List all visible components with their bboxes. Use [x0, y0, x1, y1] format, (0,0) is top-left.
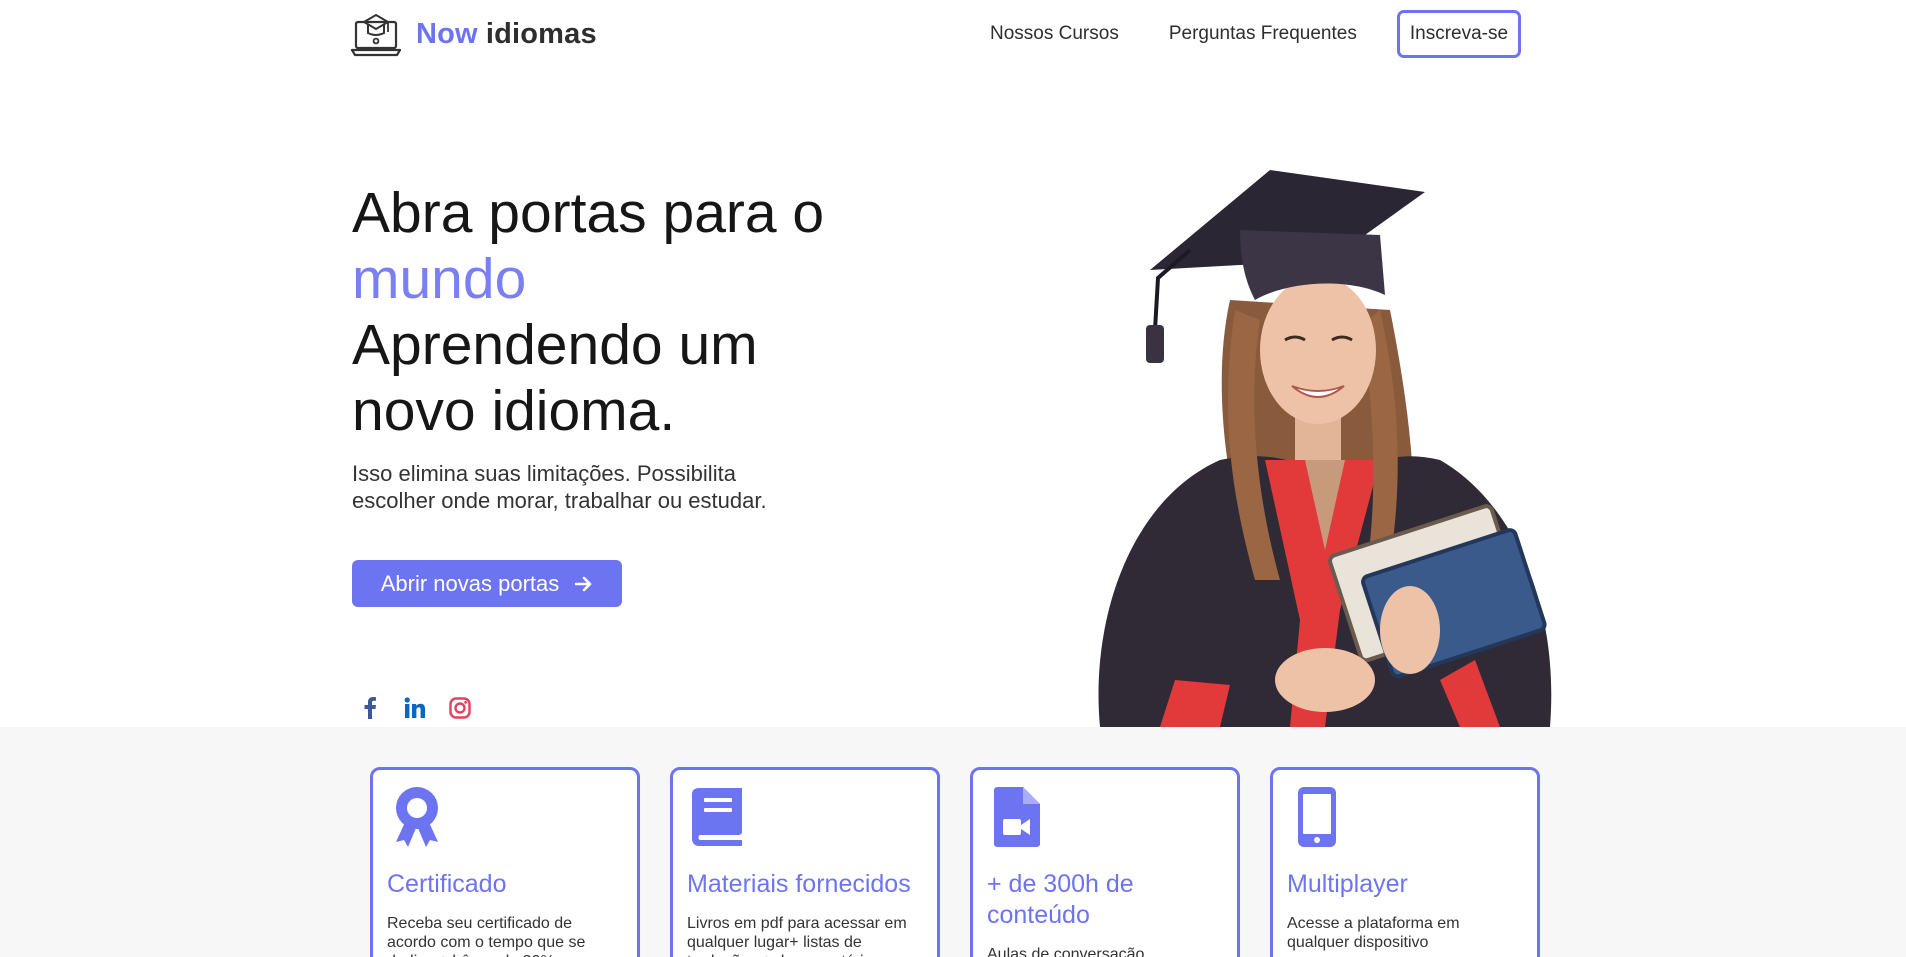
- feature-description: Aulas de conversação: [987, 946, 1145, 957]
- graduate-student-image: [1098, 170, 1552, 727]
- linkedin-icon[interactable]: [403, 696, 427, 720]
- brand-name: Now idiomas: [416, 18, 597, 51]
- brand-name-rest: idiomas: [485, 17, 597, 50]
- hero-subtitle: Isso elimina suas limitações. Possibilit…: [352, 461, 767, 513]
- nav-link-nossos-cursos[interactable]: Nossos Cursos: [990, 11, 1119, 57]
- instagram-icon[interactable]: [448, 696, 472, 720]
- certificate-ribbon-icon: [396, 787, 438, 847]
- feature-description: Acesse a plataforma em qualquer disposit…: [1287, 915, 1460, 951]
- feature-card-materiais: Materiais fornecidos Livros em pdf para …: [670, 767, 940, 957]
- main-nav: Nossos Cursos Perguntas Frequentes Inscr…: [990, 10, 1522, 58]
- feature-title: Materiais fornecidos: [687, 870, 911, 898]
- brand-name-accent: Now: [416, 17, 478, 50]
- smartphone-icon: [1298, 787, 1336, 847]
- hero-title-line-3: Aprendendo um: [352, 313, 758, 377]
- nav-link-perguntas-frequentes[interactable]: Perguntas Frequentes: [1169, 11, 1357, 57]
- subscribe-button[interactable]: Inscreva-se: [1396, 10, 1522, 58]
- arrow-right-icon: [575, 576, 592, 591]
- hero-title-line-1: Abra portas para o: [352, 181, 825, 245]
- open-doors-button-label: Abrir novas portas: [380, 570, 560, 596]
- laptop-graduation-icon: [350, 13, 402, 57]
- video-file-icon: [994, 787, 1040, 847]
- hero-title: Abra portas para o mundo Aprendendo um n…: [352, 180, 912, 444]
- social-links: [358, 696, 493, 720]
- feature-description: Receba seu certificado de acordo com o t…: [387, 915, 586, 957]
- feature-title: Multiplayer: [1287, 870, 1408, 898]
- features-section: Certificado Receba seu certificado de ac…: [0, 727, 1906, 957]
- hero-title-line-4: novo idioma.: [352, 379, 676, 443]
- book-icon: [692, 788, 742, 846]
- feature-card-conteudo: + de 300h de conteúdo Aulas de conversaç…: [970, 767, 1240, 957]
- hero-title-accent: mundo: [352, 247, 527, 311]
- feature-title: + de 300h de conteúdo: [987, 870, 1134, 929]
- facebook-icon[interactable]: [358, 696, 382, 720]
- feature-title: Certificado: [387, 870, 507, 898]
- open-doors-button[interactable]: Abrir novas portas: [352, 560, 622, 607]
- brand-logo[interactable]: Now idiomas: [350, 8, 597, 60]
- feature-description: Livros em pdf para acessar em qualquer l…: [687, 915, 907, 957]
- site-header: Now idiomas Nossos Cursos Perguntas Frequ…: [0, 0, 1906, 72]
- feature-card-multiplayer: Multiplayer Acesse a plataforma em qualq…: [1270, 767, 1540, 957]
- feature-card-certificado: Certificado Receba seu certificado de ac…: [370, 767, 640, 957]
